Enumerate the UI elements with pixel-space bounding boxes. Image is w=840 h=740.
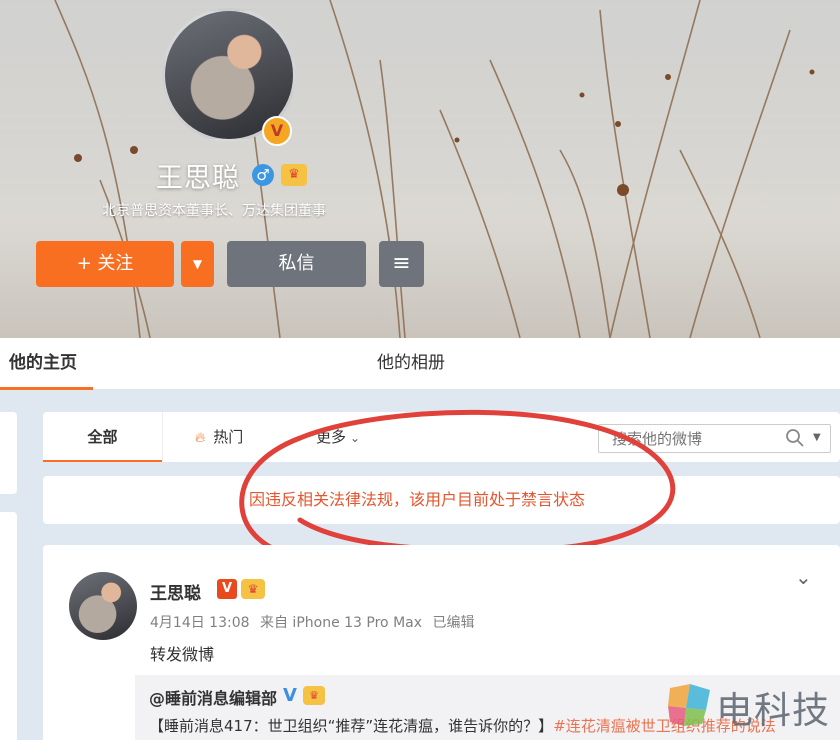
post-author-avatar[interactable] — [69, 572, 137, 640]
left-sidebar-card — [0, 512, 17, 740]
filter-tab-hot[interactable]: 🔥︎ 热门 — [195, 412, 243, 462]
filter-tab-more[interactable]: 更多 ⌄ — [316, 412, 360, 462]
post-body: 转发微博 — [150, 645, 215, 664]
verified-badge-icon: V — [217, 579, 237, 599]
vip-crown-icon: ♛ — [241, 579, 265, 599]
tab-home[interactable]: 他的主页 — [9, 338, 77, 390]
message-button[interactable]: 私信 — [227, 241, 366, 287]
profile-avatar-wrap: V — [162, 8, 296, 146]
caret-down-icon[interactable]: ▼ — [813, 432, 821, 443]
search-box: ▼ — [598, 424, 831, 453]
profile-name: 王思聪 — [156, 163, 240, 194]
left-sidebar-card — [0, 412, 17, 494]
filter-tab-more-label: 更多 — [316, 428, 347, 446]
active-tab-indicator — [0, 387, 93, 390]
profile-cover: V 王思聪 ♂ ♛ 北京普思资本董事长、万达集团董事 + 关注 ▼ 私信 ≡ — [0, 0, 840, 338]
chevron-down-icon[interactable]: ⌄ — [795, 565, 812, 589]
watermark: 电科技 — [666, 676, 840, 740]
filter-tab-all[interactable]: 全部 — [43, 412, 162, 462]
repost-title: 【睡前消息417：世卫组织“推荐”连花清瘟，谁告诉你的？】 — [149, 717, 554, 735]
tab-album[interactable]: 他的相册 — [377, 338, 445, 390]
more-menu-button[interactable]: ≡ — [379, 241, 424, 287]
watermark-text: 电科技 — [716, 689, 830, 732]
post-edited[interactable]: 已编辑 — [432, 615, 474, 631]
post-source: 来自 iPhone 13 Pro Max — [259, 615, 423, 631]
post-meta: 4月14日 13:08 来自 iPhone 13 Pro Max 已编辑 — [150, 612, 480, 632]
search-icon[interactable] — [785, 428, 805, 448]
divider — [162, 412, 163, 462]
verified-badge-icon: V — [262, 116, 292, 146]
follow-dropdown-button[interactable]: ▼ — [181, 241, 214, 287]
male-icon: ♂ — [252, 164, 274, 186]
vip-crown-icon: ♛ — [281, 164, 307, 186]
watermark-logo-icon — [668, 684, 710, 726]
repost-author[interactable]: @睡前消息编辑部 — [149, 685, 277, 709]
follow-button[interactable]: + 关注 — [36, 241, 174, 287]
profile-description: 北京普思资本董事长、万达集团董事 — [102, 203, 326, 219]
feed-filter-bar: 全部 🔥︎ 热门 更多⌄ ▼ — [43, 412, 840, 462]
ban-notice-text: 因违反相关法律法规，该用户目前处于禁言状态 — [249, 490, 586, 509]
cover-grass-image — [0, 0, 840, 338]
ban-notice: 因违反相关法律法规，该用户目前处于禁言状态 — [43, 476, 840, 524]
verified-badge-icon: V — [283, 685, 297, 706]
post-date[interactable]: 4月14日 13:08 — [150, 615, 250, 631]
filter-tab-hot-label: 热门 — [213, 428, 244, 446]
search-input[interactable] — [599, 425, 779, 452]
fire-icon: 🔥︎ — [195, 430, 206, 446]
vip-crown-icon: ♛ — [303, 686, 325, 705]
profile-tabbar: 他的主页 他的相册 — [0, 338, 840, 390]
chevron-down-icon: ⌄ — [350, 431, 361, 445]
post-author-name[interactable]: 王思聪 — [150, 579, 201, 604]
